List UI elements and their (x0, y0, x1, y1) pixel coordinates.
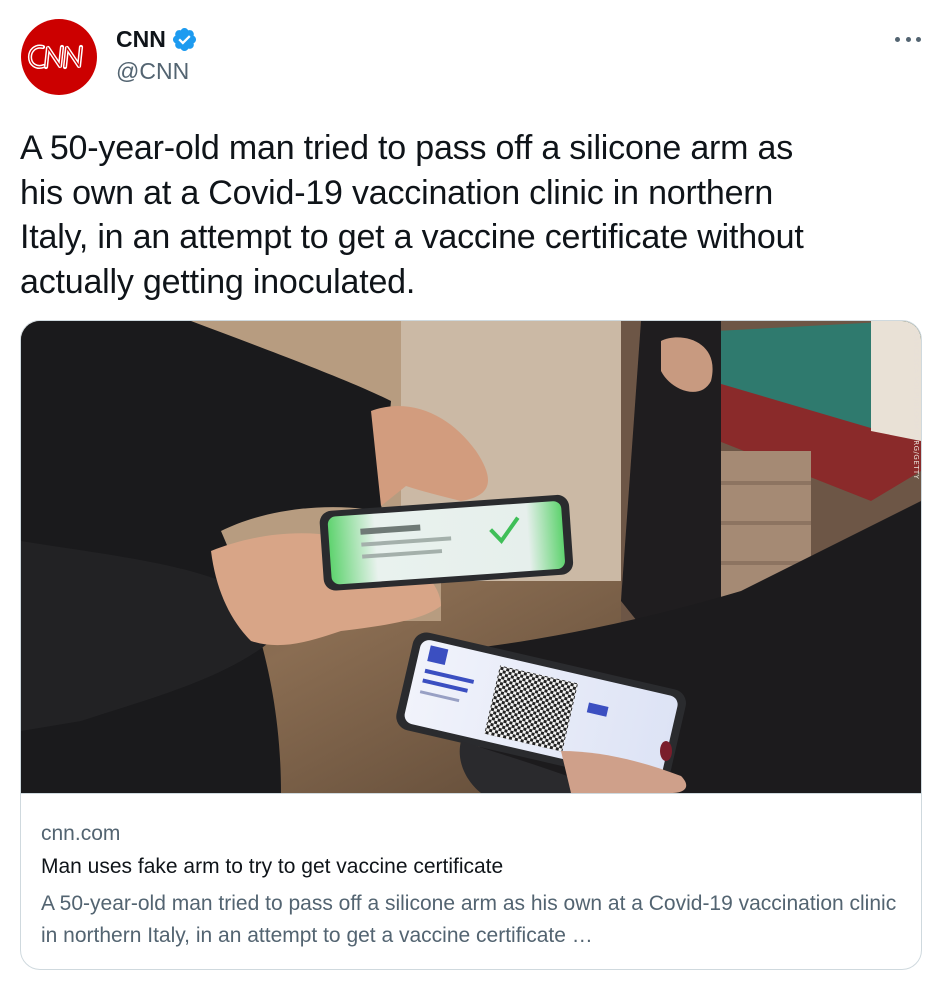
tweet-text: A 50-year-old man tried to pass off a si… (20, 129, 804, 301)
card-photo (21, 321, 921, 793)
link-card[interactable]: FRANCESCA VOLPI/BLOOMBERG/GETTY cnn.com … (20, 320, 922, 970)
photo-credit: FRANCESCA VOLPI/BLOOMBERG/GETTY (912, 327, 920, 480)
tweet: CNN @CNN A 50-year-old man tried to pass… (0, 0, 946, 988)
cnn-logo-icon (27, 44, 84, 70)
author-name[interactable]: CNN (116, 26, 166, 53)
card-description: A 50-year-old man tried to pass off a si… (41, 892, 897, 947)
card-domain: cnn.com (41, 822, 121, 845)
author-name-row: CNN (116, 24, 198, 54)
card-image[interactable]: FRANCESCA VOLPI/BLOOMBERG/GETTY (21, 321, 921, 793)
card-title[interactable]: Man uses fake arm to try to get vaccine … (41, 855, 503, 879)
more-horizontal-icon (895, 36, 900, 42)
verified-badge-icon (171, 26, 198, 53)
more-horizontal-icon-dot (916, 36, 921, 42)
more-options-button[interactable] (895, 26, 921, 52)
avatar[interactable] (21, 19, 97, 95)
card-meta: cnn.com Man uses fake arm to try to get … (21, 793, 921, 969)
author-handle[interactable]: @CNN (116, 58, 198, 85)
more-horizontal-icon-dot (905, 36, 911, 42)
author-block: CNN @CNN (116, 24, 198, 85)
